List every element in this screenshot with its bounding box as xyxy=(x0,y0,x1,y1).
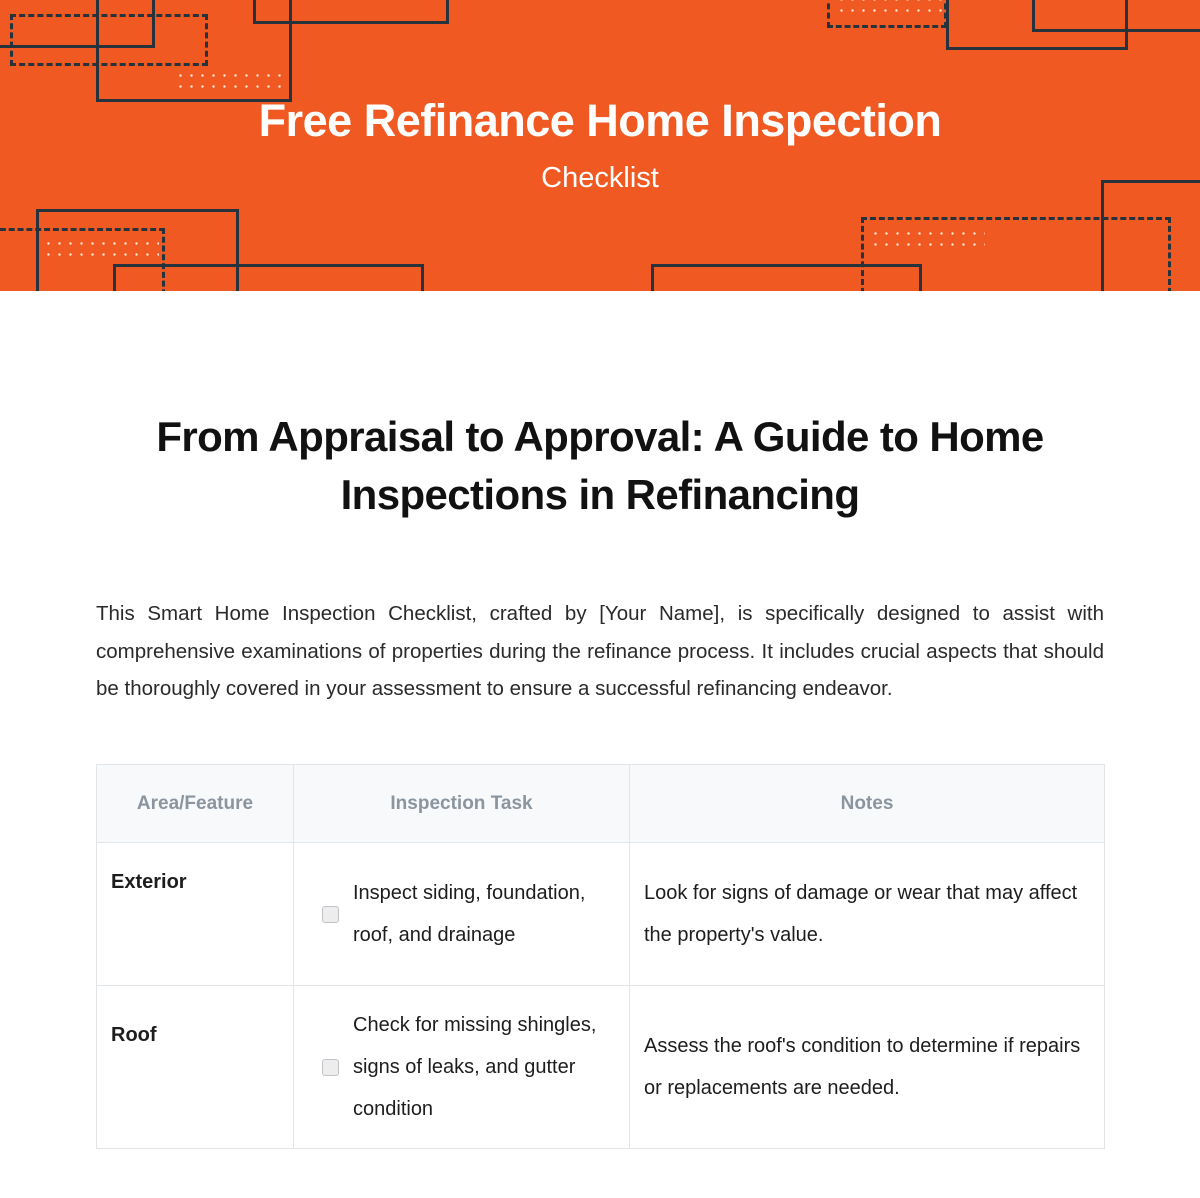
page-title: From Appraisal to Approval: A Guide to H… xyxy=(156,413,1044,518)
inspection-task-text: Inspect siding, foundation, roof, and dr… xyxy=(353,882,586,947)
checklist-table: Area/Feature Inspection Task Notes Exter… xyxy=(96,764,1105,1150)
table-header-row: Area/Feature Inspection Task Notes xyxy=(96,764,1105,844)
table-row: Roof Check for missing shingles, signs o… xyxy=(96,985,1105,1150)
notes-text: Look for signs of damage or wear that ma… xyxy=(644,882,1078,947)
cell-inspection-task: Check for missing shingles, signs of lea… xyxy=(293,985,630,1150)
notes-text: Assess the roof's condition to determine… xyxy=(644,1035,1081,1100)
cell-notes: Assess the roof's condition to determine… xyxy=(629,985,1105,1150)
table-row: Exterior Inspect siding, foundation, roo… xyxy=(96,842,1105,987)
area-feature-label: Roof xyxy=(111,1024,157,1047)
banner-subtitle: Checklist xyxy=(541,162,659,195)
area-feature-label: Exterior xyxy=(111,871,187,894)
cell-area-feature: Exterior xyxy=(96,842,294,987)
inspection-task-text: Check for missing shingles, signs of lea… xyxy=(353,1014,597,1121)
page-banner: Free Refinance Home Inspection Checklist xyxy=(0,0,1200,291)
document-content: From Appraisal to Approval: A Guide to H… xyxy=(0,408,1200,1150)
intro-paragraph: This Smart Home Inspection Checklist, cr… xyxy=(96,601,1104,701)
banner-title: Free Refinance Home Inspection xyxy=(258,94,942,146)
checklist-table-wrapper: Area/Feature Inspection Task Notes Exter… xyxy=(96,764,1105,1150)
cell-area-feature: Roof xyxy=(96,985,294,1150)
column-header-notes: Notes xyxy=(629,764,1105,844)
task-checkbox[interactable] xyxy=(322,1058,339,1076)
cell-inspection-task: Inspect siding, foundation, roof, and dr… xyxy=(293,842,630,987)
task-checkbox[interactable] xyxy=(322,905,339,923)
cell-notes: Look for signs of damage or wear that ma… xyxy=(629,842,1105,987)
column-header-area-feature: Area/Feature xyxy=(96,764,294,844)
column-header-inspection-task: Inspection Task xyxy=(293,764,630,844)
banner-text-block: Free Refinance Home Inspection Checklist xyxy=(0,0,1200,291)
